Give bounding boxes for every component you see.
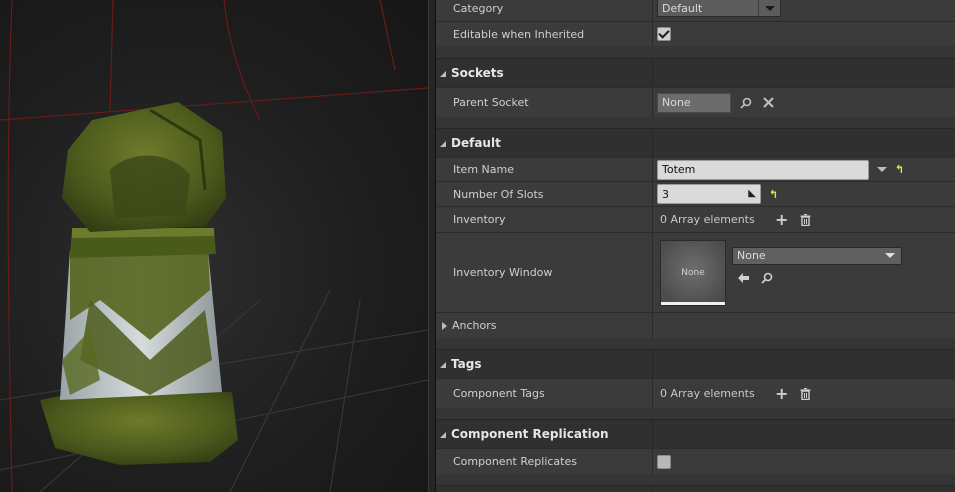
property-row-component-tags: Component Tags 0 Array elements + [436, 378, 955, 408]
collapse-arrow-icon [440, 432, 446, 438]
spacer [436, 46, 955, 58]
component-replicates-checkbox[interactable] [657, 454, 671, 469]
collapse-arrow-icon [440, 362, 446, 368]
thumbnail-label: None [681, 267, 705, 278]
expand-arrow-icon[interactable] [442, 321, 447, 330]
property-label: Editable when Inherited [453, 27, 585, 41]
spacer [436, 338, 955, 349]
category-combo[interactable]: Default [657, 0, 781, 17]
panel-splitter[interactable] [428, 0, 436, 492]
reset-to-default-icon[interactable]: ↰ [895, 163, 904, 176]
property-label: Inventory Window [453, 266, 553, 279]
property-row-component-replicates: Component Replicates [436, 448, 955, 474]
category-title: Default [451, 136, 501, 150]
search-icon[interactable] [760, 271, 774, 285]
clear-icon[interactable] [761, 96, 775, 110]
property-label: Component Tags [453, 387, 545, 400]
property-row-category: Category Default [436, 0, 955, 21]
collapse-arrow-icon [440, 71, 446, 77]
viewport-scene [0, 0, 428, 492]
category-header-next [436, 485, 955, 492]
property-row-item-name: Item Name Totem ↰ [436, 157, 955, 181]
chevron-down-icon [758, 0, 780, 16]
property-label: Component Replicates [453, 455, 577, 468]
field-value: None [662, 96, 691, 109]
parent-socket-field[interactable]: None [657, 92, 731, 113]
add-icon[interactable]: + [775, 384, 789, 403]
category-header-sockets[interactable]: Sockets [436, 58, 955, 87]
input-value: 3 [662, 187, 669, 201]
property-label: Number Of Slots [453, 187, 544, 201]
property-label: Inventory [453, 213, 506, 226]
editable-when-inherited-checkbox[interactable] [657, 27, 671, 41]
combo-value: Default [662, 1, 703, 15]
spin-arrows-icon[interactable]: ◣ [748, 188, 756, 199]
property-row-parent-socket: Parent Socket None [436, 87, 955, 117]
property-label: Parent Socket [453, 96, 529, 109]
property-row-inventory: Inventory 0 Array elements + [436, 206, 955, 232]
number-of-slots-input[interactable]: 3 ◣ [657, 184, 761, 204]
reset-to-default-icon[interactable]: ↰ [769, 188, 778, 201]
property-label: Category [453, 1, 504, 15]
property-label: Item Name [453, 163, 514, 176]
property-row-inventory-window: Inventory Window None None [436, 232, 955, 312]
inventory-window-asset-picker[interactable]: None [732, 246, 902, 265]
category-title: Sockets [451, 66, 504, 80]
spacer [436, 408, 955, 419]
viewport[interactable] [0, 0, 428, 492]
chevron-down-icon[interactable] [877, 167, 887, 172]
chevron-down-icon [879, 248, 901, 264]
details-panel: Category Default Editable when Inherited… [436, 0, 955, 492]
asset-thumbnail[interactable]: None [660, 239, 726, 306]
trash-icon[interactable] [799, 387, 813, 401]
item-name-input[interactable]: Totem [657, 159, 869, 180]
array-count-text: 0 Array elements [660, 213, 755, 226]
array-count-text: 0 Array elements [660, 387, 755, 400]
category-header-tags[interactable]: Tags [436, 349, 955, 378]
add-icon[interactable]: + [775, 210, 789, 229]
category-title: Tags [451, 357, 482, 371]
property-label: Anchors [452, 319, 497, 332]
input-value: Totem [662, 163, 696, 176]
use-selected-icon[interactable] [736, 271, 750, 285]
search-icon[interactable] [739, 96, 753, 110]
property-row-editable-when-inherited: Editable when Inherited [436, 21, 955, 46]
category-header-component-replication[interactable]: Component Replication [436, 419, 955, 448]
combo-value: None [737, 249, 766, 262]
property-row-number-of-slots: Number Of Slots 3 ◣ ↰ [436, 181, 955, 206]
collapse-arrow-icon [440, 141, 446, 147]
spacer [436, 474, 955, 485]
property-row-anchors[interactable]: Anchors [436, 312, 955, 338]
category-header-default[interactable]: Default [436, 128, 955, 157]
category-title: Component Replication [451, 427, 609, 441]
trash-icon[interactable] [799, 213, 813, 227]
spacer [436, 117, 955, 128]
